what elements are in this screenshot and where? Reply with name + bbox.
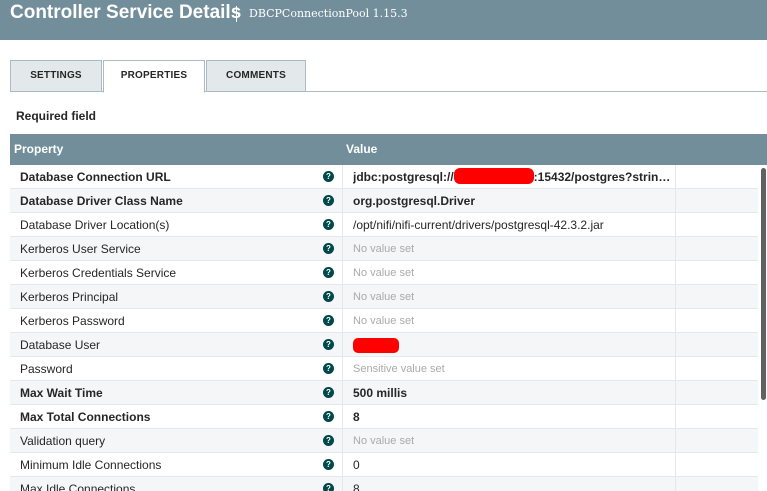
property-value-cell[interactable]: org.postgresql.Driver — [342, 189, 676, 213]
property-value: No value set — [353, 267, 415, 279]
property-value-cell[interactable]: No value set — [342, 285, 676, 309]
table-header: Property Value — [10, 134, 767, 165]
required-field-label: Required field — [16, 109, 97, 123]
property-value-cell[interactable]: 8 — [342, 405, 676, 429]
dialog-header: Controller Service Details DBCPConnectio… — [0, 0, 767, 40]
table-row[interactable]: Password ? Sensitive value set — [10, 357, 758, 381]
question-circle-icon[interactable]: ? — [323, 411, 334, 422]
property-name: Database Driver Class Name — [20, 194, 183, 208]
value-suffix: :15432/postgres?stringty… — [533, 170, 675, 184]
table-row[interactable]: Database Driver Location(s) ? /opt/nifi/… — [10, 213, 758, 237]
property-value: No value set — [353, 315, 415, 327]
property-name: Password — [20, 362, 73, 376]
value-prefix: jdbc:postgresql:// — [353, 170, 454, 184]
property-value-cell[interactable]: 500 millis — [342, 381, 676, 405]
property-value-cell[interactable]: 0 — [342, 453, 676, 477]
question-circle-icon[interactable]: ? — [323, 459, 334, 470]
property-value: No value set — [353, 435, 415, 447]
properties-table: Database Connection URL ? jdbc:postgresq… — [10, 165, 758, 491]
table-scrollbar[interactable] — [761, 168, 766, 400]
property-value-cell[interactable]: 8 — [342, 477, 676, 491]
property-value: 8 — [353, 410, 360, 424]
question-circle-icon[interactable]: ? — [323, 195, 334, 206]
question-circle-icon[interactable]: ? — [323, 483, 334, 491]
title-divider — [236, 6, 237, 22]
table-row[interactable]: Minimum Idle Connections ? 0 — [10, 453, 758, 477]
property-name: Minimum Idle Connections — [20, 458, 162, 472]
question-circle-icon[interactable]: ? — [323, 387, 334, 398]
table-row[interactable]: Max Total Connections ? 8 — [10, 405, 758, 429]
property-value: No value set — [353, 291, 415, 303]
property-value-cell[interactable] — [342, 333, 676, 357]
question-circle-icon[interactable]: ? — [323, 171, 334, 182]
tab-comments[interactable]: COMMENTS — [206, 60, 306, 92]
column-header-property: Property — [14, 142, 64, 156]
table-row[interactable]: Kerberos Credentials Service ? No value … — [10, 261, 758, 285]
property-name: Kerberos User Service — [20, 242, 141, 256]
tab-properties[interactable]: PROPERTIES — [103, 60, 205, 93]
question-circle-icon[interactable]: ? — [323, 435, 334, 446]
property-value-cell[interactable]: No value set — [342, 309, 676, 333]
table-row[interactable]: Kerberos Password ? No value set — [10, 309, 758, 333]
property-name: Max Total Connections — [20, 410, 151, 424]
column-header-value: Value — [346, 142, 378, 156]
question-circle-icon[interactable]: ? — [323, 339, 334, 350]
property-value: 0 — [353, 458, 360, 472]
table-row[interactable]: Max Idle Connections ? 8 — [10, 477, 758, 491]
property-value: jdbc:postgresql:// :15432/postgres?string… — [353, 165, 675, 189]
property-name: Max Idle Connections — [20, 482, 136, 491]
table-row[interactable]: Database User ? — [10, 333, 758, 357]
property-value-cell[interactable]: Sensitive value set — [342, 357, 676, 381]
property-name: Database Connection URL — [20, 170, 171, 184]
property-name: Kerberos Credentials Service — [20, 266, 177, 280]
property-name: Database Driver Location(s) — [20, 218, 170, 232]
table-row[interactable]: Validation query ? No value set — [10, 429, 758, 453]
question-circle-icon[interactable]: ? — [323, 363, 334, 374]
property-value: org.postgresql.Driver — [353, 194, 476, 208]
question-circle-icon[interactable]: ? — [323, 219, 334, 230]
table-row[interactable]: Kerberos Principal ? No value set — [10, 285, 758, 309]
table-row[interactable]: Max Wait Time ? 500 millis — [10, 381, 758, 405]
question-circle-icon[interactable]: ? — [323, 267, 334, 278]
property-name: Kerberos Password — [20, 314, 125, 328]
property-value-cell[interactable]: /opt/nifi/nifi-current/drivers/postgresq… — [342, 213, 676, 237]
property-value: 8 — [353, 482, 360, 491]
question-circle-icon[interactable]: ? — [323, 315, 334, 326]
property-value-cell[interactable]: No value set — [342, 237, 676, 261]
property-name: Database User — [20, 338, 101, 352]
question-circle-icon[interactable]: ? — [323, 291, 334, 302]
question-circle-icon[interactable]: ? — [323, 243, 334, 254]
property-value: Sensitive value set — [353, 363, 445, 375]
redaction-mark — [353, 338, 399, 353]
table-row[interactable]: Database Connection URL ? jdbc:postgresq… — [10, 165, 758, 189]
redaction-mark — [453, 168, 534, 184]
property-value: /opt/nifi/nifi-current/drivers/postgresq… — [353, 218, 604, 232]
property-value-cell[interactable]: No value set — [342, 261, 676, 285]
dialog-subtitle: DBCPConnectionPool 1.15.3 — [249, 7, 408, 20]
property-value-cell[interactable]: No value set — [342, 429, 676, 453]
property-value-cell[interactable]: jdbc:postgresql:// :15432/postgres?string… — [342, 165, 676, 189]
property-name: Validation query — [20, 434, 106, 448]
dialog-title: Controller Service Details — [10, 2, 242, 23]
property-name: Max Wait Time — [20, 386, 103, 400]
property-value: No value set — [353, 243, 415, 255]
table-row[interactable]: Kerberos User Service ? No value set — [10, 237, 758, 261]
table-row[interactable]: Database Driver Class Name ? org.postgre… — [10, 189, 758, 213]
property-name: Kerberos Principal — [20, 290, 119, 304]
property-value: 500 millis — [353, 386, 408, 400]
tab-settings[interactable]: SETTINGS — [10, 60, 102, 92]
